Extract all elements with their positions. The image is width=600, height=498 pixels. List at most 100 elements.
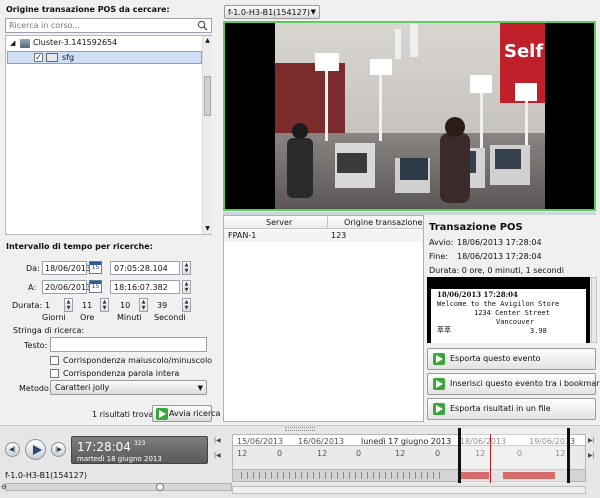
receipt-viewer: 18/06/2013 17:28:04 Welcome to the Avigi… xyxy=(427,277,590,343)
column-header-origin[interactable]: Origine transazione xyxy=(344,218,422,227)
chevron-down-icon: ▼ xyxy=(197,384,203,392)
time-display: 17:28:04 323 martedì 18 giugno 2013 xyxy=(71,436,208,464)
timeline-scrollbar[interactable] xyxy=(232,486,586,494)
bookmark-event-label: Inserisci questo evento tra i bookmark xyxy=(450,379,600,388)
end-value: 18/06/2013 17:28:04 xyxy=(457,252,542,261)
duration-minutes-unit: Minuti xyxy=(117,313,142,322)
tree-site-row[interactable]: ✓ sfg xyxy=(7,51,202,64)
scroll-up-icon[interactable]: ▲ xyxy=(204,37,211,45)
end-label: Fine: xyxy=(429,252,448,261)
duration-hours-stepper[interactable]: ▲ ▼ xyxy=(100,298,109,312)
results-count: 1 risultati trovati xyxy=(92,410,159,419)
start-value: 18/06/2013 17:28:04 xyxy=(457,238,542,247)
bookmark-event-button[interactable]: Inserisci questo evento tra i bookmark xyxy=(427,373,600,395)
store-sign-text: Self ch xyxy=(504,41,545,62)
step-forward-icon[interactable]: |▶ xyxy=(51,442,66,457)
timeline-end-icon[interactable]: ▶| xyxy=(588,437,595,444)
zoom-slider-thumb[interactable] xyxy=(156,483,164,491)
method-select[interactable]: Caratteri jolly ▼ xyxy=(50,380,207,395)
from-time-field[interactable]: 07:05:28.104 xyxy=(110,261,180,275)
chevron-down-icon: ▼ xyxy=(310,8,316,16)
to-time-field[interactable]: 18:16:07.382 xyxy=(110,280,180,294)
timeline-date: 15/06/2013 xyxy=(237,437,284,446)
duration-hours-unit: Ore xyxy=(80,313,95,322)
calendar-icon[interactable]: 15 xyxy=(89,280,102,293)
search-icon[interactable] xyxy=(197,20,208,31)
row-server: FPAN-1 xyxy=(228,231,257,240)
tree-scrollbar[interactable]: ▲ ▼ xyxy=(202,36,212,234)
search-input[interactable] xyxy=(6,19,191,32)
to-time-stepper[interactable]: ▲ ▼ xyxy=(182,280,191,294)
method-label: Metodo: xyxy=(19,384,52,393)
from-time-stepper[interactable]: ▲ ▼ xyxy=(182,261,191,275)
scroll-down-icon[interactable]: ▼ xyxy=(204,225,211,233)
site-checkbox[interactable]: ✓ xyxy=(34,53,43,62)
calendar-icon[interactable]: 15 xyxy=(89,261,102,274)
timeline-start-icon[interactable]: |◀ xyxy=(214,437,221,444)
source-tree: ◢ Cluster-3.141592654 ✓ sfg ▲ ▼ xyxy=(5,35,212,235)
receipt-line: Welcome to the Avigilon Store xyxy=(437,300,560,308)
video-viewport[interactable]: Self ch xyxy=(223,21,596,211)
play-icon xyxy=(33,445,42,455)
camera-select-label: f-1.0-H3-B1(154127) xyxy=(228,8,310,17)
text-input[interactable] xyxy=(50,337,207,352)
to-label: A: xyxy=(28,283,37,292)
start-search-button[interactable]: Avvia ricerca xyxy=(152,405,220,422)
table-row[interactable]: FPAN-1 123 xyxy=(224,230,423,242)
search-range-selection[interactable] xyxy=(458,428,570,483)
match-whole-word-label[interactable]: Corrispondenza parola intera xyxy=(63,369,179,378)
duration-days-stepper[interactable]: ▲ ▼ xyxy=(64,298,73,312)
timeline-hour: 12 xyxy=(395,449,406,458)
start-label: Avvio: xyxy=(429,238,454,247)
timeline-next-icon[interactable]: ▶| xyxy=(588,452,595,459)
duration-days-value[interactable]: 1 xyxy=(45,301,50,310)
zoom-out-icon[interactable]: ⊖ xyxy=(1,483,7,491)
duration-minutes-value[interactable]: 10 xyxy=(120,301,130,310)
receipt-item-glyph: 萃萃 xyxy=(437,326,451,334)
export-event-button[interactable]: Esporta questo evento xyxy=(427,348,596,370)
timeline-prev-icon[interactable]: |◀ xyxy=(214,452,221,459)
duration-label: Durata: xyxy=(12,301,43,310)
from-date-field[interactable]: 18/06/2013 xyxy=(42,261,91,275)
duration-seconds-unit: Secondi xyxy=(154,313,186,322)
time-ms: 323 xyxy=(134,440,146,447)
match-case-checkbox[interactable] xyxy=(50,356,59,365)
search-field[interactable] xyxy=(5,18,212,33)
step-back-icon[interactable]: ◀| xyxy=(5,442,20,457)
duration-minutes-stepper[interactable]: ▲ ▼ xyxy=(139,298,148,312)
receipt-line: Vancouver xyxy=(496,318,534,326)
text-label: Testo: xyxy=(24,341,48,350)
pos-icon xyxy=(46,53,58,62)
splitter-grip-icon[interactable] xyxy=(285,427,315,431)
arrow-right-icon xyxy=(433,353,445,365)
timeline-hour: 12 xyxy=(237,449,248,458)
date-value: martedì 18 giugno 2013 xyxy=(77,455,162,463)
timeline-hour: 12 xyxy=(317,449,328,458)
zoom-slider[interactable]: ⊖ xyxy=(1,483,232,491)
play-button[interactable] xyxy=(25,439,46,460)
export-results-button[interactable]: Esporta risultati in un file xyxy=(427,398,596,420)
scroll-thumb[interactable] xyxy=(204,76,211,116)
duration-seconds-value[interactable]: 39 xyxy=(157,301,167,310)
camera-select[interactable]: f-1.0-H3-B1(154127) ▼ xyxy=(224,5,320,19)
row-origin: 123 xyxy=(331,231,347,240)
store-video-image: Self ch xyxy=(275,23,545,209)
arrow-right-icon xyxy=(433,403,445,415)
to-date-field[interactable]: 20/06/2013 xyxy=(42,280,91,294)
playhead[interactable] xyxy=(490,434,491,483)
receipt-scrollbar[interactable] xyxy=(591,277,597,343)
timeline-date: lunedì 17 giugno 2013 xyxy=(361,437,452,446)
transaction-title: Transazione POS xyxy=(429,222,523,233)
timeline-hour: 0 xyxy=(356,449,362,458)
duration-seconds-stepper[interactable]: ▲ ▼ xyxy=(182,298,191,312)
search-string-title: Stringa di ricerca: xyxy=(13,326,85,335)
expand-toggle-icon[interactable]: ◢ xyxy=(10,39,15,47)
match-whole-word-checkbox[interactable] xyxy=(50,369,59,378)
cluster-icon xyxy=(20,39,30,48)
match-case-label[interactable]: Corrispondenza maiuscolo/minuscolo xyxy=(63,356,212,365)
timeline-hour: 0 xyxy=(277,449,283,458)
tree-cluster-label[interactable]: Cluster-3.141592654 xyxy=(33,38,117,47)
duration-hours-value[interactable]: 11 xyxy=(82,301,92,310)
column-header-server[interactable]: Server xyxy=(266,218,292,227)
duration-days-unit: Giorni xyxy=(42,313,66,322)
